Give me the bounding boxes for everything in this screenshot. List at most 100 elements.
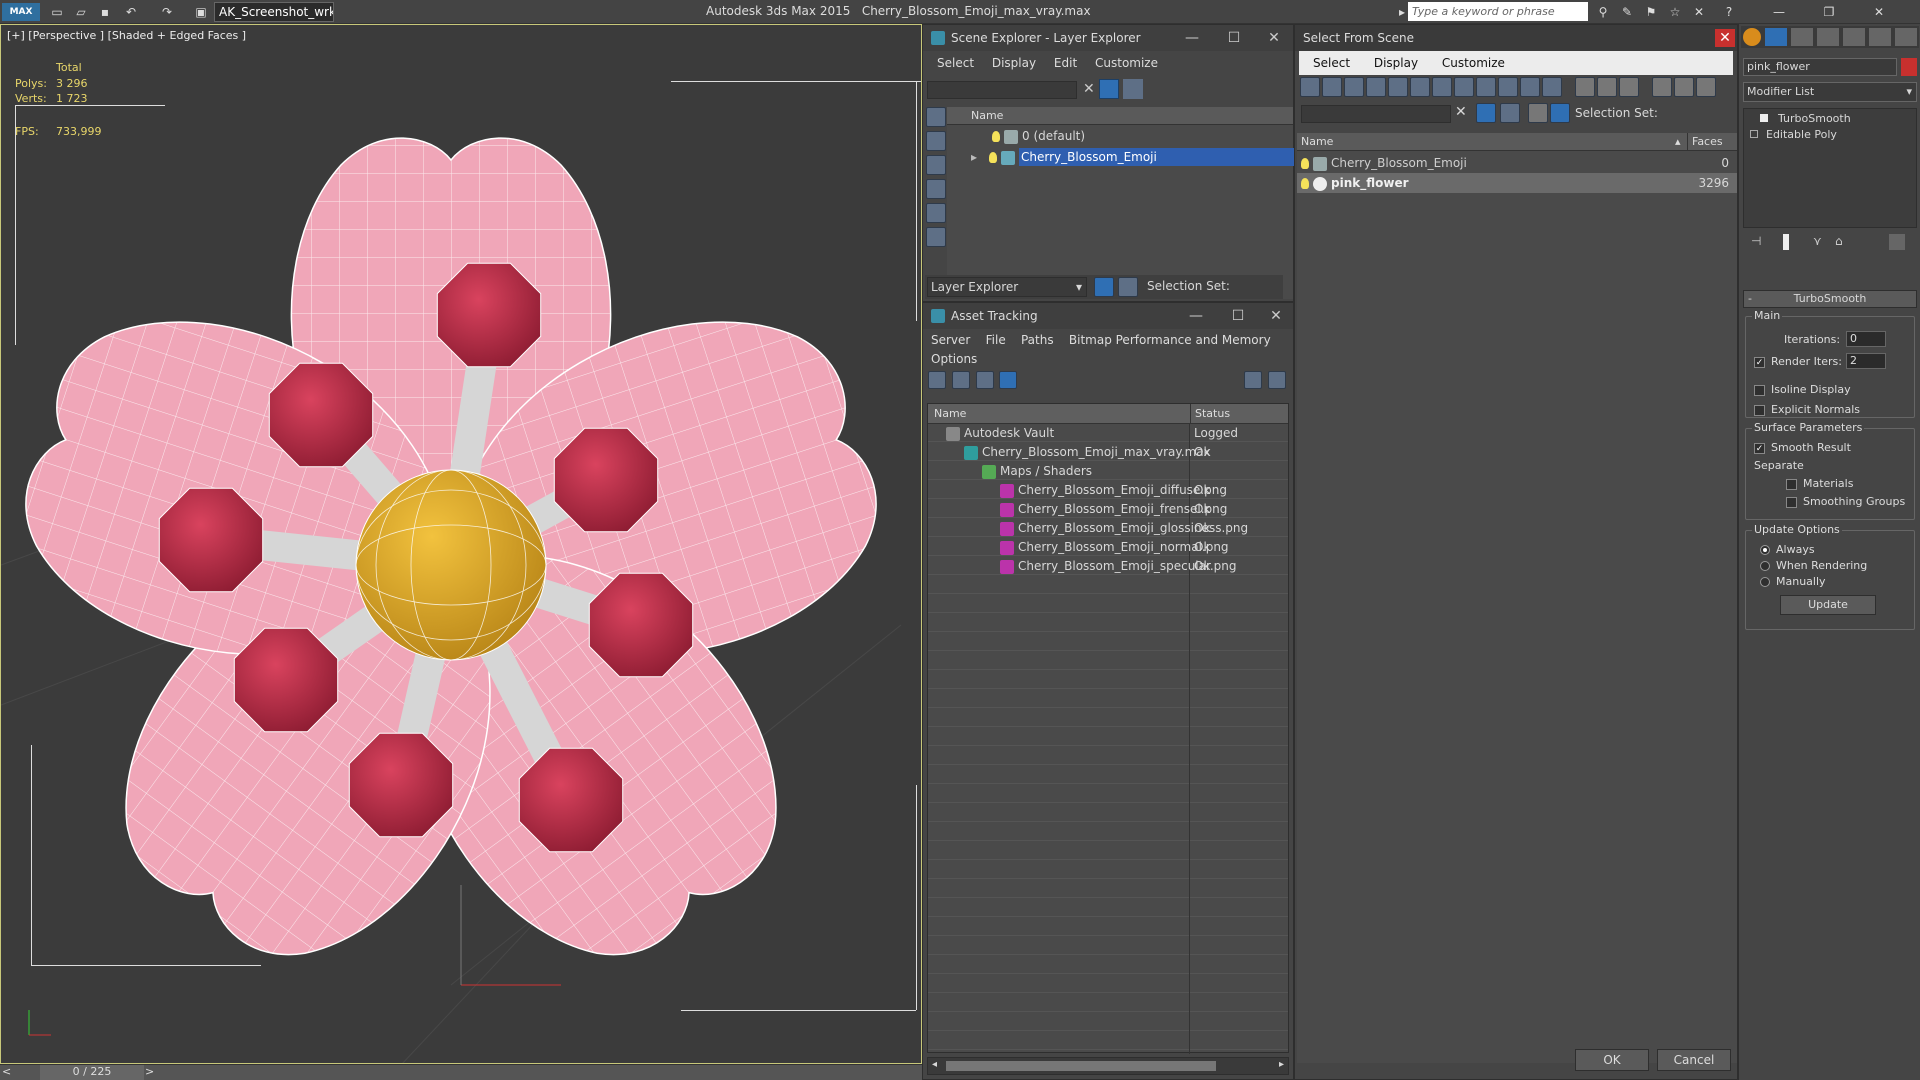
stamen-anther[interactable] [233,627,339,733]
remove-modifier-icon[interactable]: ⌂ [1835,234,1843,248]
clear-search-icon[interactable]: ✕ [1083,81,1095,97]
filter-frozen-icon[interactable] [1520,77,1540,97]
restore-icon[interactable]: ❐ [1820,3,1838,21]
scroll-left-icon[interactable]: ◂ [932,1059,937,1070]
create-tab-icon[interactable] [1743,28,1761,46]
object-row-selected[interactable]: pink_flower 3296 [1297,173,1737,193]
open-file-icon[interactable]: ▱ [72,3,90,21]
menu-edit[interactable]: Edit [1054,56,1077,70]
hierarchy-tab-icon[interactable] [1791,28,1813,46]
menu-server[interactable]: Server [931,333,970,347]
manually-radio[interactable]: Manually [1760,575,1826,588]
ok-button[interactable]: OK [1575,1049,1649,1071]
filter-shapes-icon[interactable] [1322,77,1342,97]
menu-options[interactable]: Options [931,352,977,366]
filter-bones-icon[interactable] [1476,77,1496,97]
layer-options-icon[interactable] [1500,103,1520,123]
undo-icon[interactable]: ↶ [122,3,140,21]
stamen-anther[interactable] [553,427,659,533]
filter-groups-icon[interactable] [1432,77,1452,97]
filter-spacewarps-icon[interactable] [1410,77,1430,97]
display-cameras-icon[interactable] [926,203,946,223]
light-bulb-icon[interactable] [989,152,997,163]
minimize-icon[interactable]: — [1173,25,1211,51]
render-iters-row[interactable]: ✓ Render Iters: [1754,355,1842,368]
project-icon[interactable]: ▣ [192,3,210,21]
pen-tab-icon[interactable] [1895,28,1917,46]
sort-arrow-icon[interactable]: ▴ [1675,133,1681,151]
configure-modifier-icon[interactable] [1889,234,1905,250]
scene-explorer-search[interactable] [927,81,1077,99]
motion-tab-icon[interactable] [1817,28,1839,46]
scroll-right-icon[interactable]: ▸ [1279,1059,1284,1070]
asset-row[interactable]: Maps / Shaders [928,462,1288,481]
asset-row[interactable]: Cherry_Blossom_Emoji_diffuse.png Ok [928,481,1288,500]
stack-item[interactable]: TurboSmooth [1744,111,1916,127]
column-header-name[interactable]: Name [1301,133,1333,151]
tree-row[interactable]: 0 (default) [947,127,1293,146]
menu-bitmap-performance[interactable]: Bitmap Performance and Memory [1069,333,1271,347]
maximize-icon[interactable]: ☐ [1215,25,1253,51]
stamen-anther[interactable] [158,487,264,593]
clear-search-icon[interactable]: ✕ [1455,104,1467,120]
flower-model[interactable] [1,25,921,1064]
app-logo[interactable]: MAX [2,3,40,21]
thumbnail-view-icon[interactable] [975,371,994,389]
asset-row[interactable]: Cherry_Blossom_Emoji_frensel.png Ok [928,500,1288,519]
filter-containers-icon[interactable] [1498,77,1518,97]
menu-select[interactable]: Select [937,56,974,70]
display-none-icon[interactable] [926,107,946,127]
scroll-thumb[interactable] [946,1061,1216,1071]
modifier-list-dropdown[interactable]: Modifier List ▾ [1743,82,1917,102]
layer-toggle-icon[interactable] [1094,277,1114,297]
materials-checkbox[interactable]: Materials [1786,477,1853,490]
hierarchy-icon[interactable] [1550,103,1570,123]
cancel-button[interactable]: Cancel [1657,1049,1731,1071]
subscription-icon[interactable]: ⚑ [1642,3,1660,21]
render-iters-checkbox[interactable]: ✓ [1754,356,1765,368]
sort-icon[interactable] [1673,77,1694,97]
asset-row[interactable]: Cherry_Blossom_Emoji_normal.png Ok [928,538,1288,557]
light-bulb-icon[interactable] [992,131,1000,142]
filter-geometry-icon[interactable] [1300,77,1320,97]
minimize-icon[interactable]: — [1177,303,1215,329]
communication-icon[interactable]: ✕ [1690,3,1708,21]
list-view-icon[interactable] [951,371,970,389]
display-lights-icon[interactable] [926,179,946,199]
new-file-icon[interactable]: ▭ [48,3,66,21]
save-icon[interactable]: ▪ [96,3,114,21]
menu-customize[interactable]: Customize [1095,56,1158,70]
always-radio[interactable]: Always [1760,543,1815,556]
help-icon[interactable] [1244,371,1263,389]
explicit-normals-checkbox[interactable]: Explicit Normals [1754,403,1860,416]
stamen-anther[interactable] [268,362,374,468]
layer-icon[interactable] [1528,103,1548,123]
column-header-status[interactable]: Status [1190,404,1230,424]
menu-file[interactable]: File [986,333,1006,347]
star-icon[interactable]: ☆ [1666,3,1684,21]
display-none-icon[interactable] [1596,77,1617,97]
column-header-name[interactable]: Name [934,404,966,424]
tree-row-selected[interactable]: ▸ Cherry_Blossom_Emoji [947,148,1317,167]
hierarchy-icon[interactable] [1118,277,1138,297]
asset-row[interactable]: Autodesk Vault Logged [928,424,1288,443]
redo-icon[interactable]: ↷ [158,3,176,21]
stamen-anther[interactable] [348,732,454,838]
scene-explorer-title-bar[interactable]: Scene Explorer - Layer Explorer — ☐ ✕ [923,25,1293,51]
light-bulb-icon[interactable] [1301,158,1309,169]
isoline-display-checkbox[interactable]: Isoline Display [1754,383,1851,396]
show-end-result-icon[interactable] [1783,234,1789,250]
display-shapes-icon[interactable] [926,155,946,175]
filter-xrefs-icon[interactable] [1454,77,1474,97]
filter-funnel-icon[interactable] [1651,77,1672,97]
settings-icon[interactable] [1268,371,1287,389]
display-tab-icon[interactable] [1843,28,1865,46]
filter-hidden-icon[interactable] [1542,77,1562,97]
filter-icon[interactable] [1099,79,1119,99]
object-row[interactable]: Cherry_Blossom_Emoji 0 [1297,153,1737,173]
close-icon[interactable]: ✕ [1257,303,1295,329]
maximize-icon[interactable]: ☐ [1219,303,1257,329]
modify-tab-icon[interactable] [1765,28,1787,46]
select-from-scene-title-bar[interactable]: Select From Scene ✕ [1295,25,1737,51]
pin-stack-icon[interactable]: ⊣ [1751,234,1761,248]
